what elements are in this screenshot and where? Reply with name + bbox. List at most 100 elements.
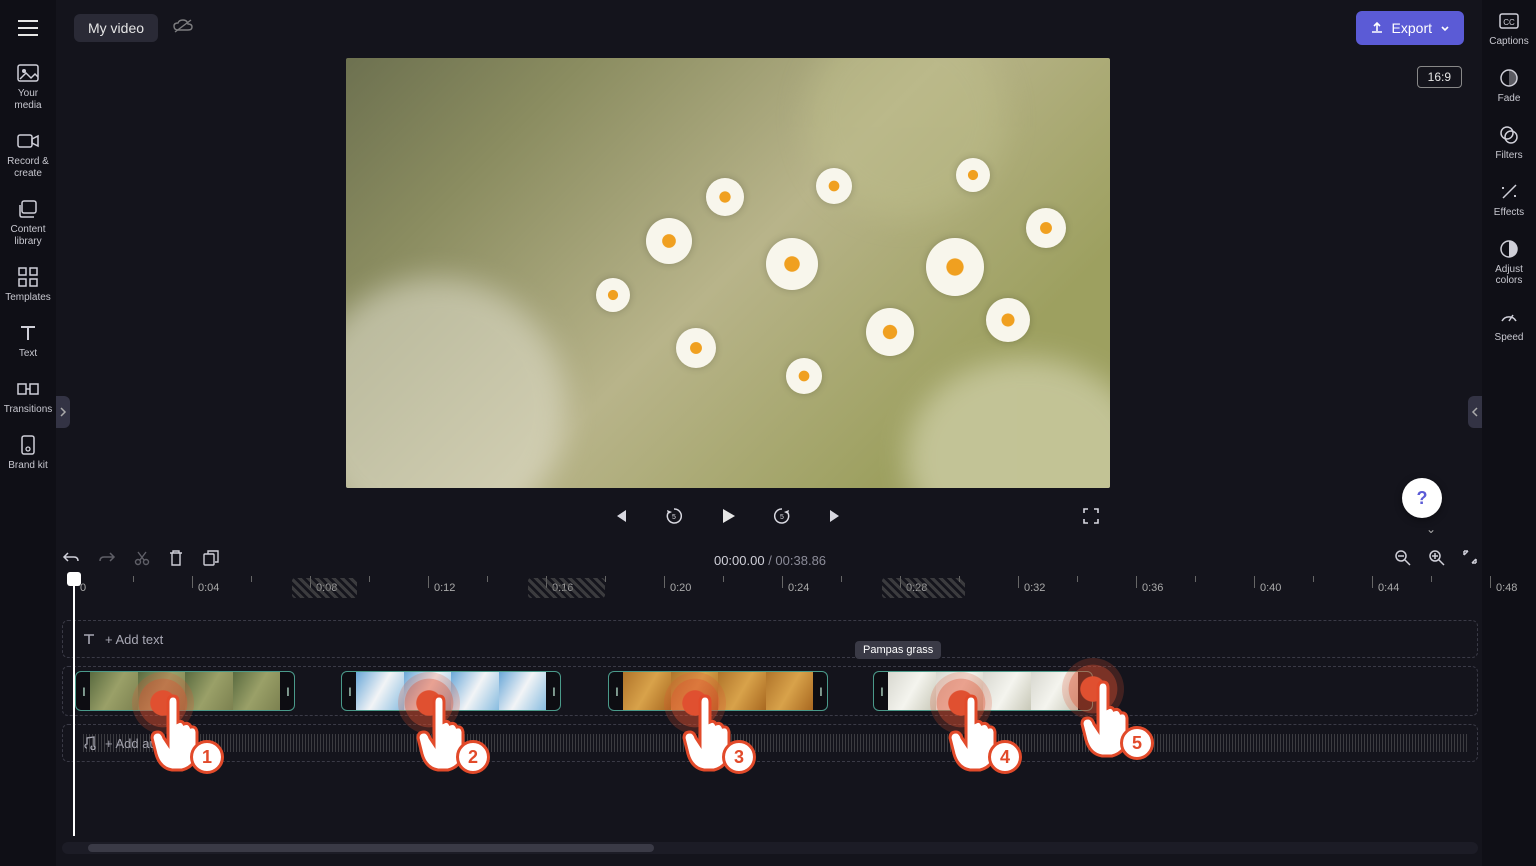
right-item-speed[interactable]: Speed <box>1482 306 1536 343</box>
export-button[interactable]: Export <box>1356 11 1464 45</box>
ruler-tick-label: 0:12 <box>434 582 455 594</box>
help-menu-chevron[interactable]: ⌄ <box>1426 522 1436 536</box>
cloud-off-icon <box>172 18 194 39</box>
svg-text:5: 5 <box>780 514 784 521</box>
add-text-placeholder[interactable]: + Add text <box>81 631 163 647</box>
video-clip[interactable]: || || <box>608 671 828 711</box>
fullscreen-button[interactable] <box>1078 503 1104 529</box>
sidebar-item-media[interactable]: Your media <box>0 62 56 112</box>
clip-handle-left[interactable]: || <box>342 672 356 710</box>
ruler-minor-tick <box>1077 576 1078 582</box>
expand-left-panel-button[interactable] <box>56 396 70 428</box>
ruler-minor-tick <box>841 576 842 582</box>
left-rail: Your media Record & create Content libra… <box>0 0 56 866</box>
audio-waveform <box>81 734 1467 752</box>
top-bar: My video Export <box>56 0 1482 56</box>
clip-handle-left[interactable]: || <box>874 672 888 710</box>
grid-icon <box>14 266 42 288</box>
duplicate-button[interactable] <box>202 549 220 572</box>
clip-handle-right[interactable]: || <box>546 672 560 710</box>
right-item-label: Adjust colors <box>1485 264 1533 286</box>
sidebar-item-content[interactable]: Content library <box>0 198 56 248</box>
sidebar-item-transitions[interactable]: Transitions <box>0 378 56 416</box>
sidebar-item-templates[interactable]: Templates <box>0 266 56 304</box>
play-button[interactable] <box>715 503 741 529</box>
aspect-ratio-button[interactable]: 16:9 <box>1417 66 1462 88</box>
zoom-out-button[interactable] <box>1394 549 1412 572</box>
ruler-tick <box>1018 576 1019 588</box>
video-clip[interactable]: || || <box>75 671 295 711</box>
timeline-ruler[interactable]: 00:040:080:120:160:200:240:280:320:360:4… <box>62 576 1478 604</box>
video-track[interactable]: Pampas grass |||||||||||||||| <box>62 666 1478 716</box>
undo-button[interactable] <box>62 550 80 571</box>
captions-icon: CC <box>1495 10 1523 32</box>
preview-canvas[interactable] <box>346 58 1110 488</box>
ruler-tick <box>428 576 429 588</box>
svg-text:CC: CC <box>1503 18 1515 27</box>
video-clip[interactable]: || || <box>873 671 1093 711</box>
ruler-tick-label: 0:20 <box>670 582 691 594</box>
speed-icon <box>1495 306 1523 328</box>
right-item-captions[interactable]: CC Captions <box>1482 10 1536 47</box>
forward-5-button[interactable]: 5 <box>769 503 795 529</box>
right-item-label: Fade <box>1498 93 1521 104</box>
ruler-tick <box>1254 576 1255 588</box>
contrast-icon <box>1495 238 1523 260</box>
fit-timeline-button[interactable] <box>1462 549 1478 572</box>
export-label: Export <box>1392 20 1432 36</box>
ruler-tick-label: 0:40 <box>1260 582 1281 594</box>
clip-handle-right[interactable]: || <box>813 672 827 710</box>
sidebar-item-label: Templates <box>5 292 51 304</box>
playhead[interactable] <box>73 576 75 836</box>
ruler-tick-label: 0:04 <box>198 582 219 594</box>
sidebar-item-record[interactable]: Record & create <box>0 130 56 180</box>
redo-button[interactable] <box>98 550 116 571</box>
clip-handle-right[interactable]: || <box>1078 672 1092 710</box>
right-item-fade[interactable]: Fade <box>1482 67 1536 104</box>
clip-thumbnails <box>888 672 1078 710</box>
clip-thumbnails <box>623 672 813 710</box>
rewind-5-button[interactable]: 5 <box>661 503 687 529</box>
menu-button[interactable] <box>12 12 44 44</box>
right-item-filters[interactable]: Filters <box>1482 124 1536 161</box>
video-clip[interactable]: || || <box>341 671 561 711</box>
ruler-tick <box>664 576 665 588</box>
clip-thumbnails <box>356 672 546 710</box>
ruler-drop-zone <box>292 578 357 598</box>
project-title[interactable]: My video <box>74 14 158 42</box>
ruler-tick-label: 0:36 <box>1142 582 1163 594</box>
audio-track[interactable]: + Add au <box>62 724 1478 762</box>
sidebar-item-text[interactable]: Text <box>0 322 56 360</box>
zoom-in-button[interactable] <box>1428 549 1446 572</box>
clip-handle-right[interactable]: || <box>280 672 294 710</box>
timeline-scrollbar[interactable] <box>62 842 1478 854</box>
ruler-minor-tick <box>487 576 488 582</box>
sidebar-item-label: Your media <box>3 88 53 112</box>
right-item-label: Filters <box>1495 150 1522 161</box>
skip-forward-button[interactable] <box>823 503 849 529</box>
delete-button[interactable] <box>168 549 184 572</box>
help-button[interactable]: ? <box>1402 478 1442 518</box>
timecode-display: 00:00.00 / 00:38.86 <box>714 553 826 568</box>
add-text-label: + Add text <box>105 632 163 647</box>
right-item-effects[interactable]: Effects <box>1482 181 1536 218</box>
ruler-tick <box>192 576 193 588</box>
ruler-tick <box>1372 576 1373 588</box>
right-item-label: Speed <box>1495 332 1524 343</box>
chevron-down-icon <box>1440 20 1450 36</box>
ruler-tick <box>1490 576 1491 588</box>
split-button[interactable] <box>134 550 150 571</box>
text-track[interactable]: + Add text <box>62 620 1478 658</box>
sidebar-item-label: Record & create <box>3 156 53 180</box>
expand-right-panel-button[interactable] <box>1468 396 1482 428</box>
sidebar-item-label: Text <box>19 348 37 360</box>
ruler-tick <box>1136 576 1137 588</box>
right-item-label: Effects <box>1494 207 1524 218</box>
clip-handle-left[interactable]: || <box>76 672 90 710</box>
right-item-adjust[interactable]: Adjust colors <box>1482 238 1536 286</box>
skip-back-button[interactable] <box>607 503 633 529</box>
clip-handle-left[interactable]: || <box>609 672 623 710</box>
ruler-minor-tick <box>1431 576 1432 582</box>
sidebar-item-brand[interactable]: Brand kit <box>0 434 56 472</box>
svg-text:5: 5 <box>672 514 676 521</box>
